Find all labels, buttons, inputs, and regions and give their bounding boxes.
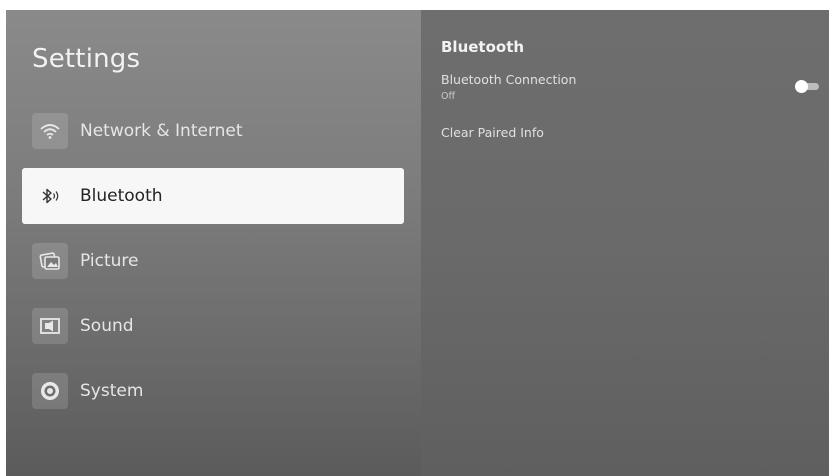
tv-screen: Settings Network & Internet Bluetooth Pi… [6,10,829,476]
bluetooth-icon [32,178,68,214]
system-icon [32,373,68,409]
bluetooth-connection-row[interactable]: Bluetooth Connection Off [441,72,809,102]
picture-icon [32,243,68,279]
bluetooth-toggle[interactable] [795,80,819,93]
menu-item-label: Picture [80,251,139,271]
menu-item-label: Bluetooth [80,186,163,206]
sound-icon [32,308,68,344]
settings-menu-panel: Settings Network & Internet Bluetooth Pi… [6,10,421,476]
bluetooth-detail-panel: Bluetooth Bluetooth Connection Off Clear… [421,10,829,476]
toggle-knob [795,80,808,93]
menu-item-label: Network & Internet [80,121,243,141]
menu-item-system[interactable]: System [22,363,404,419]
detail-title: Bluetooth [441,38,525,56]
menu-item-network[interactable]: Network & Internet [22,103,404,159]
wifi-icon [32,113,68,149]
clear-paired-info-row[interactable]: Clear Paired Info [441,125,809,140]
bluetooth-connection-label: Bluetooth Connection [441,72,577,87]
menu-item-label: Sound [80,316,134,336]
settings-title: Settings [32,44,141,74]
menu-item-picture[interactable]: Picture [22,233,404,289]
bluetooth-connection-status: Off [441,91,456,102]
menu-item-sound[interactable]: Sound [22,298,404,354]
menu-item-bluetooth[interactable]: Bluetooth [22,168,404,224]
menu-item-label: System [80,381,144,401]
clear-paired-info-label: Clear Paired Info [441,125,544,140]
